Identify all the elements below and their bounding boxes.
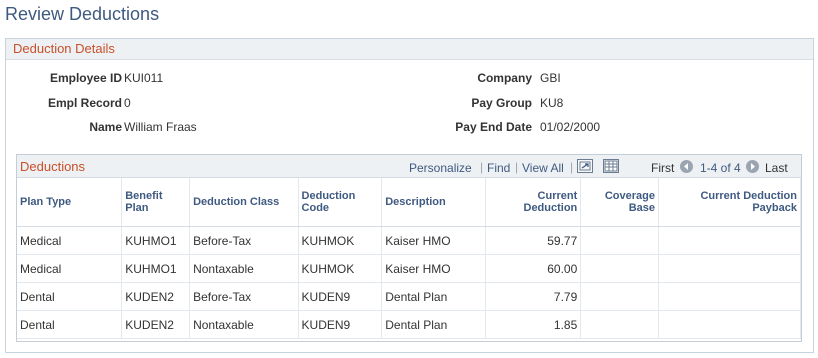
column-header-deduction-class[interactable]: Deduction Class bbox=[189, 178, 299, 227]
cell-current-deduction: 60.00 bbox=[485, 254, 582, 283]
employee-id-label: Employee ID bbox=[49, 71, 122, 85]
pay-end-date-label: Pay End Date bbox=[455, 120, 532, 134]
table-header-row: Plan Type Benefit Plan Deduction Class D… bbox=[17, 178, 801, 227]
find-link[interactable]: Find bbox=[487, 161, 510, 175]
table-row: Medical KUHMO1 Nontaxable KUHMOK Kaiser … bbox=[17, 254, 801, 283]
company-label: Company bbox=[477, 71, 532, 85]
cell-payback bbox=[658, 254, 801, 283]
download-to-spreadsheet-icon[interactable] bbox=[603, 159, 619, 173]
cell-coverage-base bbox=[580, 282, 659, 311]
cell-deduction-class: Before-Tax bbox=[189, 282, 299, 311]
page-range: 1-4 of 4 bbox=[700, 161, 741, 175]
deductions-table: Plan Type Benefit Plan Deduction Class D… bbox=[17, 178, 801, 339]
previous-page-icon[interactable] bbox=[680, 160, 693, 173]
cell-current-deduction: 59.77 bbox=[485, 226, 582, 255]
nav-separator: | bbox=[480, 160, 484, 174]
column-header-plan-type[interactable]: Plan Type bbox=[17, 178, 123, 227]
table-row: Medical KUHMO1 Before-Tax KUHMOK Kaiser … bbox=[17, 226, 801, 255]
cell-deduction-code: KUHMOK bbox=[298, 226, 383, 255]
empl-record-label: Empl Record bbox=[47, 96, 122, 110]
cell-coverage-base bbox=[580, 254, 659, 283]
deduction-details-title: Deduction Details bbox=[13, 41, 115, 56]
pay-group-label: Pay Group bbox=[471, 96, 532, 110]
name-label: Name bbox=[89, 120, 122, 134]
column-header-current-deduction-payback[interactable]: Current Deduction Payback bbox=[658, 178, 801, 227]
cell-description: Kaiser HMO bbox=[381, 254, 486, 283]
column-header-benefit-plan[interactable]: Benefit Plan bbox=[121, 178, 191, 227]
column-header-current-deduction[interactable]: Current Deduction bbox=[485, 178, 582, 227]
cell-deduction-class: Before-Tax bbox=[189, 226, 299, 255]
cell-current-deduction: 1.85 bbox=[485, 310, 582, 339]
name-value: William Fraas bbox=[124, 120, 197, 134]
cell-description: Dental Plan bbox=[381, 282, 486, 311]
cell-plan-type: Medical bbox=[17, 254, 123, 283]
pay-end-date-value: 01/02/2000 bbox=[540, 120, 601, 134]
cell-current-deduction: 7.79 bbox=[485, 282, 582, 311]
cell-benefit-plan: KUDEN2 bbox=[121, 282, 191, 311]
last-label: Last bbox=[765, 161, 788, 175]
cell-deduction-code: KUDEN9 bbox=[298, 310, 383, 339]
deduction-details-header: Deduction Details bbox=[6, 39, 813, 60]
column-header-coverage-base[interactable]: Coverage Base bbox=[580, 178, 659, 227]
personalize-link[interactable]: Personalize bbox=[409, 161, 472, 175]
cell-description: Dental Plan bbox=[381, 310, 486, 339]
cell-deduction-class: Nontaxable bbox=[189, 254, 299, 283]
cell-coverage-base bbox=[580, 310, 659, 339]
cell-description: Kaiser HMO bbox=[381, 226, 486, 255]
column-header-deduction-code[interactable]: Deduction Code bbox=[298, 178, 383, 227]
cell-deduction-code: KUHMOK bbox=[298, 254, 383, 283]
cell-benefit-plan: KUDEN2 bbox=[121, 310, 191, 339]
employee-id-value: KUI011 bbox=[124, 71, 164, 85]
deductions-grid-title: Deductions bbox=[20, 159, 86, 174]
company-value: GBI bbox=[540, 71, 561, 85]
deductions-grid: Deductions Personalize | Find | View All… bbox=[16, 154, 802, 342]
cell-benefit-plan: KUHMO1 bbox=[121, 254, 191, 283]
cell-plan-type: Medical bbox=[17, 226, 123, 255]
cell-coverage-base bbox=[580, 226, 659, 255]
first-label: First bbox=[651, 161, 675, 175]
page-title: Review Deductions bbox=[5, 4, 160, 24]
grid-zoom-icon[interactable] bbox=[577, 159, 593, 173]
table-row: Dental KUDEN2 Nontaxable KUDEN9 Dental P… bbox=[17, 310, 801, 339]
deductions-grid-header: Deductions Personalize | Find | View All… bbox=[17, 155, 801, 178]
nav-separator: | bbox=[515, 160, 519, 174]
cell-deduction-class: Nontaxable bbox=[189, 310, 299, 339]
column-header-description[interactable]: Description bbox=[381, 178, 486, 227]
pay-group-value: KU8 bbox=[540, 96, 564, 110]
cell-payback bbox=[658, 310, 801, 339]
cell-benefit-plan: KUHMO1 bbox=[121, 226, 191, 255]
view-all-link[interactable]: View All bbox=[522, 161, 564, 175]
empl-record-value: 0 bbox=[124, 96, 131, 110]
next-page-icon[interactable] bbox=[746, 160, 759, 173]
cell-deduction-code: KUDEN9 bbox=[298, 282, 383, 311]
deduction-details-group: Deduction Details Employee ID KUI011 Emp… bbox=[5, 38, 814, 353]
nav-separator: | bbox=[570, 160, 574, 174]
table-row: Dental KUDEN2 Before-Tax KUDEN9 Dental P… bbox=[17, 282, 801, 311]
cell-payback bbox=[658, 282, 801, 311]
cell-payback bbox=[658, 226, 801, 255]
cell-plan-type: Dental bbox=[17, 310, 123, 339]
cell-plan-type: Dental bbox=[17, 282, 123, 311]
